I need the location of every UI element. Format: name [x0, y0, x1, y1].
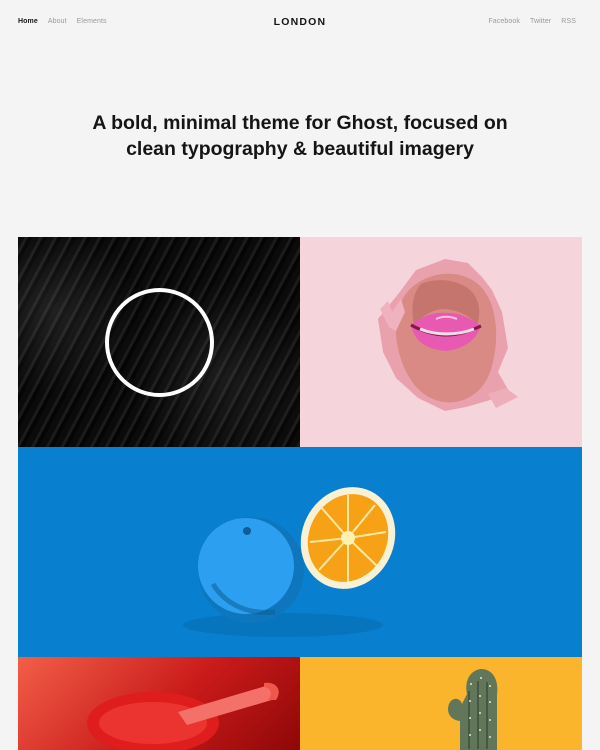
post-card-cactus[interactable]	[300, 657, 582, 750]
post-card-torn-paper-lips[interactable]	[300, 237, 582, 447]
facebook-link[interactable]: Facebook	[488, 17, 520, 27]
blue-orange-fruit-image	[183, 487, 396, 637]
page: Home About Elements LONDON Facebook Twit…	[0, 0, 600, 750]
post-card-dark-texture[interactable]	[18, 237, 300, 447]
cactus-yellow-background-image	[448, 669, 498, 750]
red-drink-straw-image	[87, 682, 279, 750]
torn-paper-lips-image	[378, 259, 518, 411]
twitter-link[interactable]: Twitter	[530, 17, 551, 27]
site-header: Home About Elements LONDON Facebook Twit…	[0, 0, 600, 46]
white-circle-mark	[105, 288, 214, 397]
hero-title: A bold, minimal theme for Ghost, focused…	[92, 112, 508, 160]
social-navigation: Facebook Twitter RSS	[488, 17, 576, 27]
post-card-red-drink[interactable]	[18, 657, 300, 750]
rss-link[interactable]: RSS	[561, 17, 576, 27]
post-card-blue-orange-fruit[interactable]	[18, 447, 582, 657]
